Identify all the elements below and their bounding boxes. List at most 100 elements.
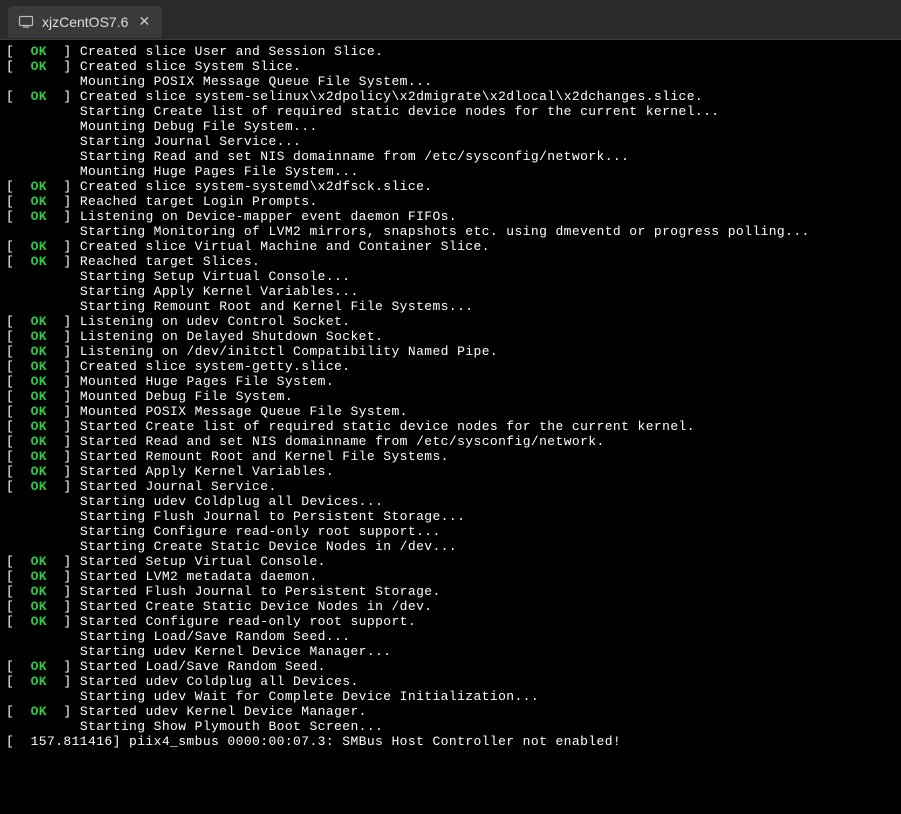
boot-line: Starting udev Kernel Device Manager... bbox=[6, 644, 895, 659]
boot-message: Starting Create list of required static … bbox=[80, 104, 720, 119]
boot-message: Starting Load/Save Random Seed... bbox=[80, 629, 351, 644]
status-ok: OK bbox=[31, 464, 47, 479]
boot-message: Mounted POSIX Message Queue File System. bbox=[80, 404, 408, 419]
boot-line: [ OK ] Started Create list of required s… bbox=[6, 419, 895, 434]
tab-bar: xjzCentOS7.6 ✕ bbox=[0, 0, 901, 40]
boot-message: Starting Monitoring of LVM2 mirrors, sna… bbox=[80, 224, 810, 239]
boot-message: Started udev Kernel Device Manager. bbox=[80, 704, 367, 719]
boot-line: [ OK ] Started Read and set NIS domainna… bbox=[6, 434, 895, 449]
status-ok: OK bbox=[31, 389, 47, 404]
boot-message: Created slice Virtual Machine and Contai… bbox=[80, 239, 490, 254]
boot-line: [ OK ] Started Remount Root and Kernel F… bbox=[6, 449, 895, 464]
boot-line: [ OK ] Started Load/Save Random Seed. bbox=[6, 659, 895, 674]
boot-message: Created slice system-systemd\x2dfsck.sli… bbox=[80, 179, 433, 194]
boot-message: Started Read and set NIS domainname from… bbox=[80, 434, 605, 449]
status-ok: OK bbox=[31, 419, 47, 434]
status-ok: OK bbox=[31, 674, 47, 689]
status-ok: OK bbox=[31, 314, 47, 329]
status-ok: OK bbox=[31, 344, 47, 359]
status-ok: OK bbox=[31, 704, 47, 719]
boot-line: Starting Load/Save Random Seed... bbox=[6, 629, 895, 644]
boot-line: [ OK ] Created slice system-selinux\x2dp… bbox=[6, 89, 895, 104]
boot-line: [ OK ] Reached target Slices. bbox=[6, 254, 895, 269]
vm-tab[interactable]: xjzCentOS7.6 ✕ bbox=[8, 6, 162, 38]
boot-message: Mounted Huge Pages File System. bbox=[80, 374, 334, 389]
status-ok: OK bbox=[31, 254, 47, 269]
boot-message: Starting udev Kernel Device Manager... bbox=[80, 644, 392, 659]
status-ok: OK bbox=[31, 89, 47, 104]
boot-line: [ OK ] Listening on Device-mapper event … bbox=[6, 209, 895, 224]
boot-line: [ 157.811416] piix4_smbus 0000:00:07.3: … bbox=[6, 734, 895, 749]
status-ok: OK bbox=[31, 599, 47, 614]
boot-message: Starting Create Static Device Nodes in /… bbox=[80, 539, 457, 554]
boot-line: [ OK ] Started Flush Journal to Persiste… bbox=[6, 584, 895, 599]
boot-line: [ OK ] Mounted POSIX Message Queue File … bbox=[6, 404, 895, 419]
boot-line: Starting Journal Service... bbox=[6, 134, 895, 149]
boot-line: [ OK ] Created slice system-getty.slice. bbox=[6, 359, 895, 374]
status-ok: OK bbox=[31, 359, 47, 374]
terminal-output[interactable]: [ OK ] Created slice User and Session Sl… bbox=[0, 40, 901, 814]
boot-line: Mounting POSIX Message Queue File System… bbox=[6, 74, 895, 89]
boot-line: [ OK ] Started udev Coldplug all Devices… bbox=[6, 674, 895, 689]
boot-line: [ OK ] Created slice Virtual Machine and… bbox=[6, 239, 895, 254]
boot-line: [ OK ] Started Configure read-only root … bbox=[6, 614, 895, 629]
tab-title: xjzCentOS7.6 bbox=[42, 14, 128, 30]
boot-message: Started Configure read-only root support… bbox=[80, 614, 416, 629]
boot-line: Starting Setup Virtual Console... bbox=[6, 269, 895, 284]
boot-message: Started Flush Journal to Persistent Stor… bbox=[80, 584, 441, 599]
boot-message: Created slice User and Session Slice. bbox=[80, 44, 383, 59]
boot-line: [ OK ] Created slice System Slice. bbox=[6, 59, 895, 74]
status-ok: OK bbox=[31, 569, 47, 584]
status-ok: OK bbox=[31, 374, 47, 389]
boot-line: [ OK ] Mounted Huge Pages File System. bbox=[6, 374, 895, 389]
status-ok: OK bbox=[31, 209, 47, 224]
boot-message: Starting udev Coldplug all Devices... bbox=[80, 494, 383, 509]
boot-message: Listening on Device-mapper event daemon … bbox=[80, 209, 457, 224]
boot-message: Mounting Huge Pages File System... bbox=[80, 164, 359, 179]
boot-message: Started Apply Kernel Variables. bbox=[80, 464, 334, 479]
boot-message: Listening on /dev/initctl Compatibility … bbox=[80, 344, 498, 359]
close-icon[interactable]: ✕ bbox=[136, 14, 152, 30]
vm-monitor-icon bbox=[18, 14, 34, 30]
boot-message: Starting Remount Root and Kernel File Sy… bbox=[80, 299, 474, 314]
boot-line: Mounting Huge Pages File System... bbox=[6, 164, 895, 179]
boot-message: Reached target Login Prompts. bbox=[80, 194, 318, 209]
boot-line: Starting Flush Journal to Persistent Sto… bbox=[6, 509, 895, 524]
boot-line: [ OK ] Started Apply Kernel Variables. bbox=[6, 464, 895, 479]
status-ok: OK bbox=[31, 659, 47, 674]
status-ok: OK bbox=[31, 329, 47, 344]
boot-line: Starting Create Static Device Nodes in /… bbox=[6, 539, 895, 554]
boot-message: Starting Configure read-only root suppor… bbox=[80, 524, 441, 539]
boot-line: [ OK ] Created slice User and Session Sl… bbox=[6, 44, 895, 59]
status-ok: OK bbox=[31, 194, 47, 209]
boot-message: Created slice system-getty.slice. bbox=[80, 359, 351, 374]
status-ok: OK bbox=[31, 614, 47, 629]
boot-message: Starting Apply Kernel Variables... bbox=[80, 284, 359, 299]
status-ok: OK bbox=[31, 404, 47, 419]
boot-line: Starting Create list of required static … bbox=[6, 104, 895, 119]
boot-line: [ OK ] Listening on /dev/initctl Compati… bbox=[6, 344, 895, 359]
boot-message: Started Create list of required static d… bbox=[80, 419, 695, 434]
status-ok: OK bbox=[31, 584, 47, 599]
boot-line: [ OK ] Listening on udev Control Socket. bbox=[6, 314, 895, 329]
boot-line: Mounting Debug File System... bbox=[6, 119, 895, 134]
status-ok: OK bbox=[31, 449, 47, 464]
boot-message: Created slice system-selinux\x2dpolicy\x… bbox=[80, 89, 703, 104]
boot-message: Started udev Coldplug all Devices. bbox=[80, 674, 359, 689]
boot-message: Listening on Delayed Shutdown Socket. bbox=[80, 329, 383, 344]
boot-message: Created slice System Slice. bbox=[80, 59, 301, 74]
boot-message: Mounted Debug File System. bbox=[80, 389, 293, 404]
status-ok: OK bbox=[31, 554, 47, 569]
boot-line: Starting Show Plymouth Boot Screen... bbox=[6, 719, 895, 734]
boot-line: [ OK ] Started LVM2 metadata daemon. bbox=[6, 569, 895, 584]
boot-line: [ OK ] Started Journal Service. bbox=[6, 479, 895, 494]
boot-message: Started Create Static Device Nodes in /d… bbox=[80, 599, 433, 614]
boot-line: Starting Monitoring of LVM2 mirrors, sna… bbox=[6, 224, 895, 239]
status-ok: OK bbox=[31, 239, 47, 254]
boot-line: Starting udev Wait for Complete Device I… bbox=[6, 689, 895, 704]
boot-line: [ OK ] Reached target Login Prompts. bbox=[6, 194, 895, 209]
boot-line: Starting Remount Root and Kernel File Sy… bbox=[6, 299, 895, 314]
boot-message: Starting Flush Journal to Persistent Sto… bbox=[80, 509, 465, 524]
boot-line: [ OK ] Listening on Delayed Shutdown Soc… bbox=[6, 329, 895, 344]
boot-line: [ OK ] Mounted Debug File System. bbox=[6, 389, 895, 404]
